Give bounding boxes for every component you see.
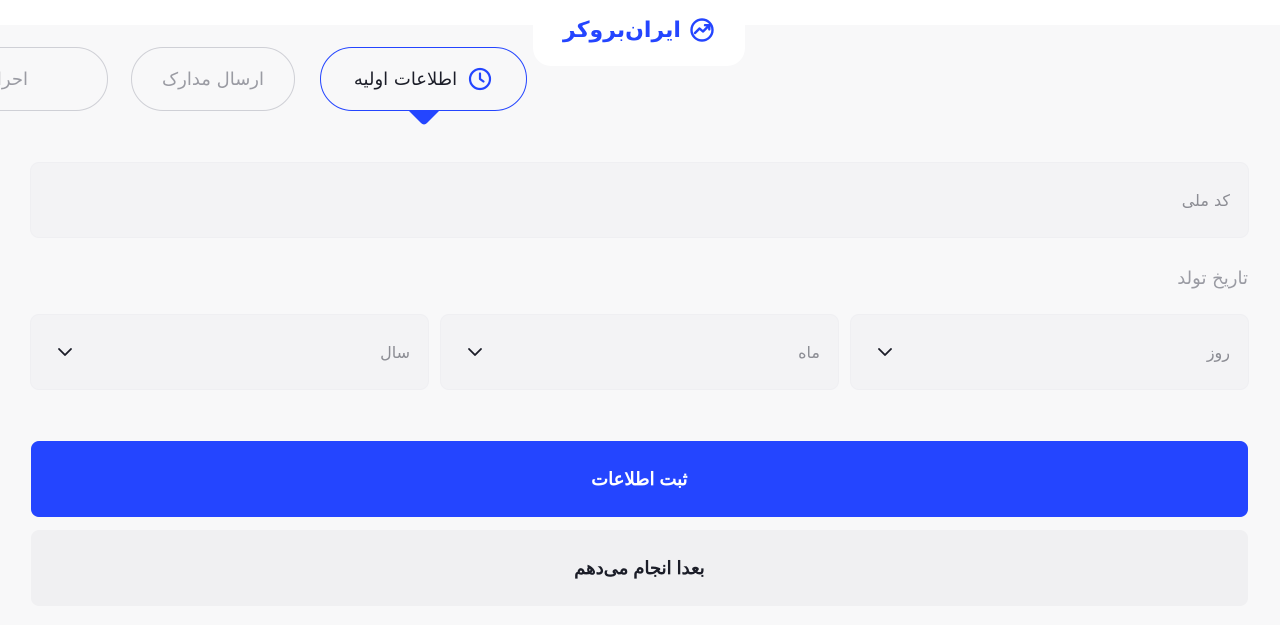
birth-day-select[interactable]: روز [851, 315, 1248, 389]
chevron-down-icon [468, 348, 482, 356]
logo-text: ایران‌بروکر [563, 17, 681, 43]
national-id-placeholder: کد ملی [1181, 190, 1230, 210]
select-placeholder: ماه [798, 342, 820, 362]
step-label: ارسال مدارک [162, 68, 264, 90]
step-label: احراز هویت [0, 68, 28, 90]
birth-date-label: تاریخ تولد [1177, 268, 1248, 289]
clock-icon [469, 67, 492, 91]
step-label: اطلاعات اولیه [353, 68, 458, 90]
select-placeholder: روز [1206, 342, 1230, 362]
submit-button[interactable]: ثبت اطلاعات [31, 441, 1248, 517]
step-basic-info[interactable]: اطلاعات اولیه [320, 47, 527, 111]
chevron-down-icon [878, 348, 892, 356]
logo[interactable]: ایران‌بروکر [533, 0, 745, 66]
birth-month-select[interactable]: ماه [441, 315, 838, 389]
national-id-input[interactable]: کد ملی [31, 163, 1248, 237]
do-later-button[interactable]: بعدا انجام می‌دهم [31, 530, 1248, 606]
step-identity-verification[interactable]: احراز هویت [0, 47, 108, 111]
select-placeholder: سال [380, 342, 410, 362]
step-send-documents[interactable]: ارسال مدارک [131, 47, 295, 111]
active-step-pointer [408, 110, 440, 125]
birth-year-select[interactable]: سال [31, 315, 428, 389]
trend-chart-icon [690, 18, 714, 42]
chevron-down-icon [58, 348, 72, 356]
